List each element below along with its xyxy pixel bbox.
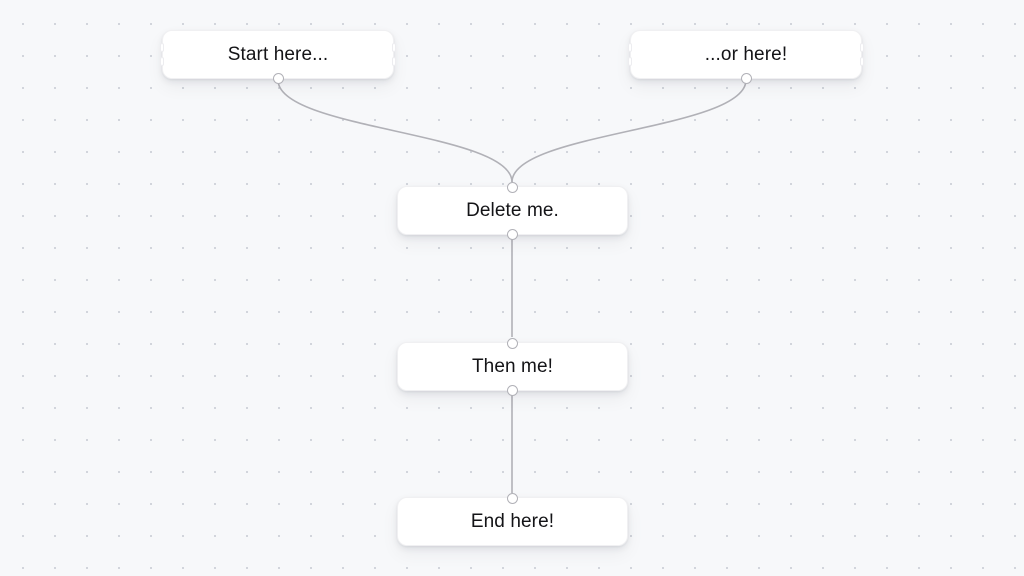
edge-layer [277, 79, 747, 493]
target-handle-top-icon[interactable] [507, 492, 518, 504]
source-handle-bottom-icon[interactable] [272, 72, 284, 84]
target-handle-right-icon[interactable] [860, 57, 864, 66]
node-delete-me[interactable]: Delete me. [397, 181, 628, 240]
node-label: Start here... [227, 43, 329, 65]
target-handle-right-icon[interactable] [392, 57, 396, 66]
source-handle-bottom-icon[interactable] [507, 384, 518, 396]
node-start-here[interactable]: Start here... [160, 30, 396, 84]
edge-or-here-to-delete-me[interactable] [511, 79, 747, 183]
target-handle-top-icon[interactable] [507, 337, 518, 349]
target-handle-top-icon[interactable] [507, 181, 518, 193]
flow-canvas[interactable]: Start here... ...or here! Delete me. The… [0, 0, 1024, 576]
source-handle-left-icon[interactable] [628, 43, 632, 52]
node-or-here[interactable]: ...or here! [628, 30, 864, 84]
source-handle-bottom-icon[interactable] [740, 72, 752, 84]
target-handle-left-icon[interactable] [160, 57, 164, 66]
node-label: Then me! [471, 355, 554, 377]
source-handle-right-icon[interactable] [392, 43, 396, 52]
source-handle-right-icon[interactable] [860, 43, 864, 52]
node-end-here[interactable]: End here! [397, 492, 628, 546]
node-then-me[interactable]: Then me! [397, 337, 628, 396]
edge-start-here-to-delete-me[interactable] [277, 79, 513, 183]
source-handle-bottom-icon[interactable] [507, 228, 518, 240]
source-handle-left-icon[interactable] [160, 43, 164, 52]
target-handle-left-icon[interactable] [628, 57, 632, 66]
node-label: End here! [470, 510, 555, 532]
node-label: Delete me. [466, 199, 559, 221]
node-label: ...or here! [704, 43, 788, 65]
